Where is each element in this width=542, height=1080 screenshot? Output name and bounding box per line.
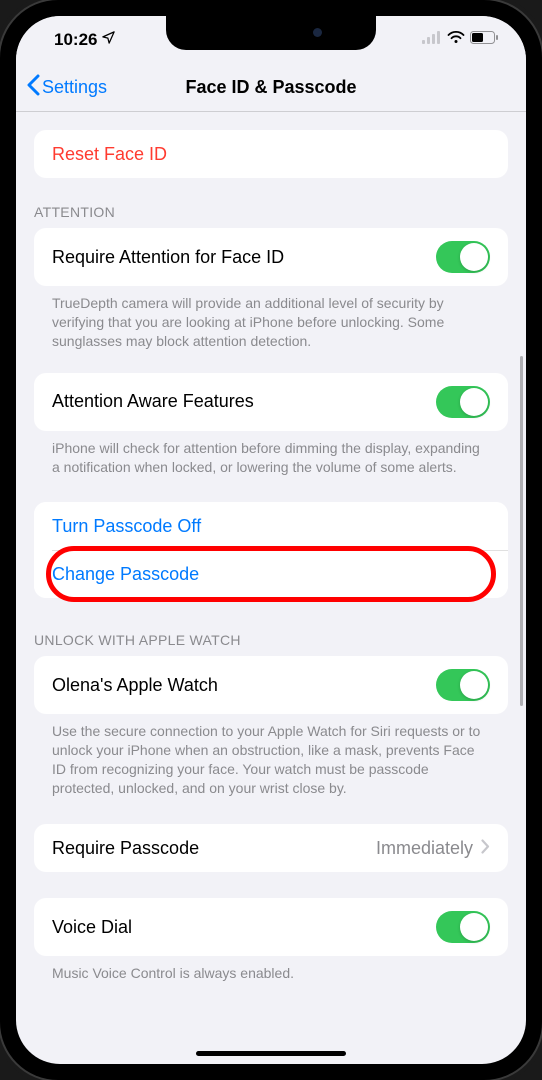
back-button[interactable]: Settings xyxy=(26,74,107,101)
require-attention-label: Require Attention for Face ID xyxy=(52,247,284,268)
battery-icon xyxy=(470,31,498,49)
voice-dial-footer: Music Voice Control is always enabled. xyxy=(34,956,508,983)
screen: 10:26 xyxy=(16,16,526,1064)
attention-aware-toggle[interactable] xyxy=(436,386,490,418)
require-passcode-label: Require Passcode xyxy=(52,838,199,859)
chevron-right-icon xyxy=(481,838,490,859)
apple-watch-row[interactable]: Olena's Apple Watch xyxy=(34,656,508,714)
home-indicator[interactable] xyxy=(196,1051,346,1056)
change-passcode-row[interactable]: Change Passcode xyxy=(34,550,508,598)
require-attention-toggle[interactable] xyxy=(436,241,490,273)
voice-dial-label: Voice Dial xyxy=(52,917,132,938)
reset-face-id-row[interactable]: Reset Face ID xyxy=(34,130,508,178)
voice-dial-toggle[interactable] xyxy=(436,911,490,943)
chevron-left-icon xyxy=(26,74,40,101)
content-scroll[interactable]: Reset Face ID ATTENTION Require Attentio… xyxy=(16,112,526,1052)
require-passcode-value: Immediately xyxy=(376,838,473,859)
turn-passcode-off-label: Turn Passcode Off xyxy=(52,516,201,537)
voice-dial-row[interactable]: Voice Dial xyxy=(34,898,508,956)
apple-watch-label: Olena's Apple Watch xyxy=(52,675,218,696)
attention-aware-row[interactable]: Attention Aware Features xyxy=(34,373,508,431)
apple-watch-toggle[interactable] xyxy=(436,669,490,701)
apple-watch-footer: Use the secure connection to your Apple … xyxy=(34,714,508,798)
attention-header: ATTENTION xyxy=(16,204,526,228)
turn-passcode-off-row[interactable]: Turn Passcode Off xyxy=(34,502,508,550)
nav-bar: Settings Face ID & Passcode xyxy=(16,64,526,112)
reset-face-id-label: Reset Face ID xyxy=(52,144,167,165)
cellular-signal-icon xyxy=(422,31,442,49)
page-title: Face ID & Passcode xyxy=(185,77,356,98)
back-label: Settings xyxy=(42,77,107,98)
attention-aware-footer: iPhone will check for attention before d… xyxy=(34,431,508,477)
status-time: 10:26 xyxy=(54,30,97,50)
notch xyxy=(166,16,376,50)
require-passcode-row[interactable]: Require Passcode Immediately xyxy=(34,824,508,872)
require-attention-row[interactable]: Require Attention for Face ID xyxy=(34,228,508,286)
scroll-indicator xyxy=(520,356,523,706)
require-attention-footer: TrueDepth camera will provide an additio… xyxy=(34,286,508,351)
apple-watch-header: UNLOCK WITH APPLE WATCH xyxy=(16,632,526,656)
change-passcode-label: Change Passcode xyxy=(52,564,199,585)
device-frame: 10:26 xyxy=(0,0,542,1080)
wifi-icon xyxy=(447,31,465,49)
attention-aware-label: Attention Aware Features xyxy=(52,391,254,412)
location-arrow-icon xyxy=(101,30,116,50)
